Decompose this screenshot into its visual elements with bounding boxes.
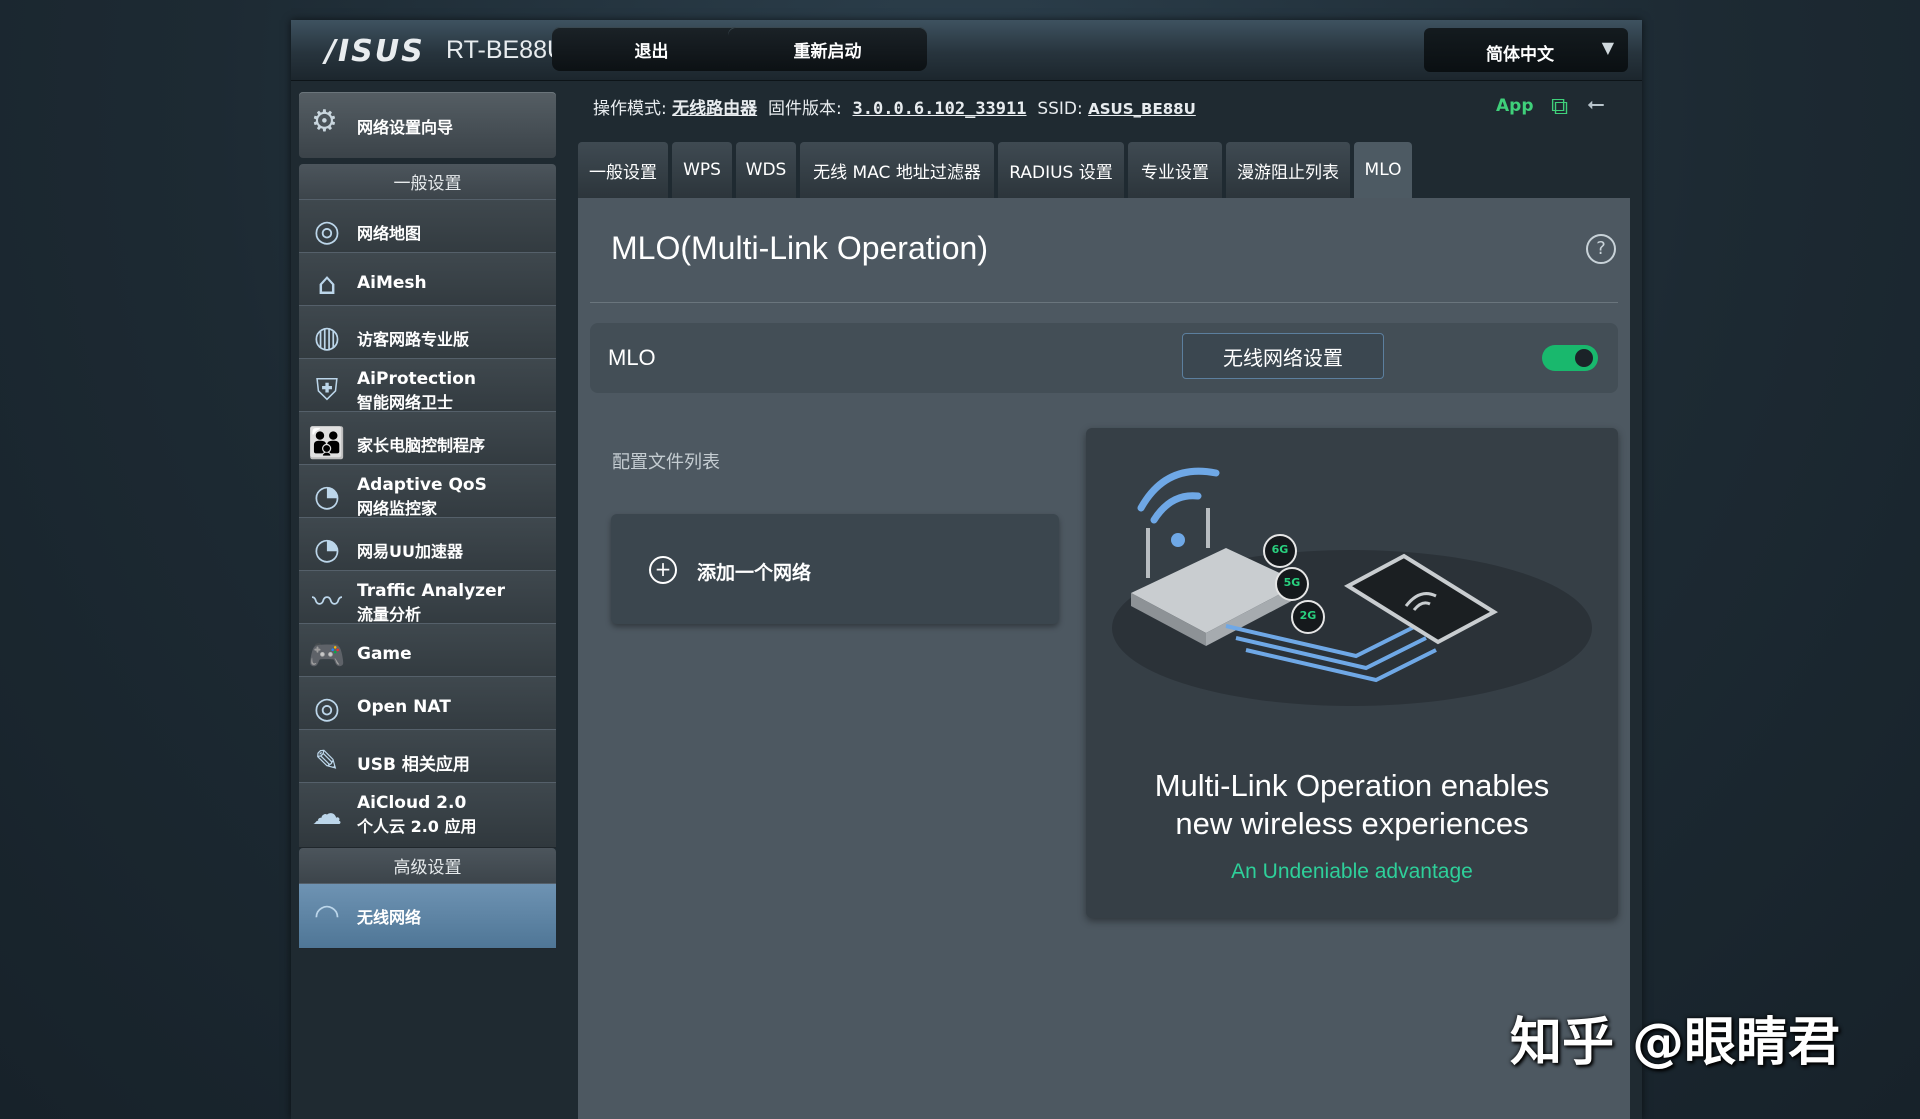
- menu-label: AiMesh: [357, 273, 427, 293]
- add-network-card[interactable]: + 添加一个网络: [611, 514, 1059, 624]
- app-link[interactable]: App: [1496, 96, 1534, 116]
- ssid-link[interactable]: ASUS_BE88U: [1088, 100, 1196, 118]
- guest-globe-icon: ◍: [313, 320, 341, 355]
- menu-sublabel: 个人云 2.0 应用: [357, 817, 477, 836]
- chevron-down-icon: ▼: [1601, 38, 1614, 57]
- tab-wds[interactable]: WDS: [736, 142, 796, 198]
- tab-mac-filter[interactable]: 无线 MAC 地址过滤器: [800, 142, 994, 198]
- menu-label: Adaptive QoS: [357, 475, 487, 495]
- wifi-icon: ◠: [313, 898, 341, 933]
- menu-label: Open NAT: [357, 697, 451, 717]
- asus-logo: /ISUS: [325, 34, 425, 69]
- wizard-icon: ⚙: [311, 104, 338, 139]
- wireless-settings-button[interactable]: 无线网络设置: [1182, 333, 1384, 379]
- gamepad-icon: 🎮: [308, 638, 346, 673]
- status-bar: 操作模式: 无线路由器 固件版本: 3.0.0.6.102_33911 SSID…: [593, 94, 1196, 119]
- pulse-icon: 〰: [312, 585, 342, 620]
- mlo-row: MLO 无线网络设置: [590, 323, 1618, 393]
- top-header: /ISUS RT-BE88U 退出 重新启动 简体中文 ▼: [291, 20, 1642, 81]
- tab-roaming-block[interactable]: 漫游阻止列表: [1226, 142, 1350, 198]
- promo-title-line-2: new wireless experiences: [1175, 806, 1529, 841]
- setup-wizard-button[interactable]: ⚙ 网络设置向导: [299, 92, 556, 158]
- ssid-label: SSID:: [1037, 99, 1083, 119]
- menu-label: 家长电脑控制程序: [357, 436, 486, 455]
- toggle-knob: [1575, 349, 1593, 367]
- advanced-section-header: 高级设置: [299, 848, 556, 888]
- menu-label: 无线网络: [357, 908, 422, 927]
- language-select[interactable]: 简体中文 ▼: [1424, 28, 1628, 72]
- mlo-illustration: [1112, 467, 1592, 706]
- mlo-label: MLO: [608, 345, 656, 370]
- accelerator-icon: ◔: [313, 532, 341, 567]
- help-icon[interactable]: ?: [1586, 234, 1616, 264]
- speedometer-icon: ◔: [313, 479, 341, 514]
- menu-sublabel: 网络监控家: [357, 499, 438, 518]
- usb-stick-icon: ✎: [314, 744, 340, 779]
- tab-general[interactable]: 一般设置: [578, 142, 668, 198]
- tab-mlo[interactable]: MLO: [1354, 142, 1412, 198]
- firmware-link[interactable]: 3.0.0.6.102_33911: [853, 99, 1027, 119]
- tab-professional[interactable]: 专业设置: [1128, 142, 1222, 198]
- tab-wps[interactable]: WPS: [672, 142, 732, 198]
- plus-circle-icon: +: [649, 556, 677, 584]
- divider: [590, 302, 1618, 303]
- profile-list-label: 配置文件列表: [612, 452, 720, 473]
- main-content: MLO(Multi-Link Operation) ? MLO 无线网络设置 配…: [578, 198, 1630, 1119]
- menu-label: 网络地图: [357, 224, 422, 243]
- network-status-icon[interactable]: ⧉: [1551, 92, 1568, 120]
- mlo-toggle[interactable]: [1542, 345, 1598, 371]
- promo-title-line-1: Multi-Link Operation enables: [1154, 768, 1550, 803]
- shield-icon: ⛨: [315, 373, 339, 408]
- globe-icon: ◎: [313, 214, 341, 249]
- band-label-5g: 5G: [1283, 576, 1301, 589]
- band-label-6g: 6G: [1271, 543, 1289, 556]
- tab-radius[interactable]: RADIUS 设置: [998, 142, 1124, 198]
- nat-globe-icon: ◎: [313, 691, 341, 726]
- router-admin-window: /ISUS RT-BE88U 退出 重新启动 简体中文 ▼ 操作模式: 无线路由…: [291, 20, 1642, 1119]
- logout-button[interactable]: 退出: [552, 27, 751, 71]
- menu-label: USB 相关应用: [357, 755, 470, 775]
- firmware-label: 固件版本:: [767, 99, 842, 119]
- aimesh-icon: ⌂: [317, 267, 337, 302]
- menu-label: Traffic Analyzer: [357, 581, 505, 601]
- usb-icon[interactable]: ⭠: [1587, 92, 1605, 117]
- menu-sublabel: 流量分析: [357, 605, 422, 624]
- mode-label: 操作模式:: [593, 99, 667, 119]
- menu-item-wireless[interactable]: ◠ 无线网络: [299, 883, 556, 949]
- menu-label: 访客网路专业版: [357, 330, 470, 349]
- band-label-2g: 2G: [1299, 609, 1317, 622]
- watermark: 知乎 @眼睛君: [1510, 1013, 1841, 1073]
- language-value: 简体中文: [1486, 45, 1554, 65]
- mlo-promo-card: 6G 5G 2G Multi-Link Operation enables ne…: [1086, 428, 1618, 918]
- add-network-label: 添加一个网络: [697, 562, 812, 584]
- general-section-header: 一般设置: [299, 164, 556, 204]
- reboot-button[interactable]: 重新启动: [728, 27, 927, 71]
- page-title: MLO(Multi-Link Operation): [611, 230, 988, 266]
- cloud-icon: ☁: [312, 797, 342, 832]
- promo-subtitle: An Undeniable advantage: [1231, 860, 1473, 883]
- menu-label: 网易UU加速器: [357, 542, 463, 561]
- menu-label: Game: [357, 644, 412, 664]
- setup-wizard-label: 网络设置向导: [357, 118, 454, 137]
- mode-link[interactable]: 无线路由器: [672, 99, 757, 119]
- family-icon: 👪: [308, 426, 346, 461]
- menu-item-aicloud[interactable]: ☁ AiCloud 2.0 个人云 2.0 应用: [299, 782, 556, 848]
- menu-label: AiCloud 2.0: [357, 793, 467, 813]
- menu-label: AiProtection: [357, 369, 476, 389]
- model-name: RT-BE88U: [446, 36, 566, 64]
- menu-sublabel: 智能网络卫士: [357, 393, 454, 412]
